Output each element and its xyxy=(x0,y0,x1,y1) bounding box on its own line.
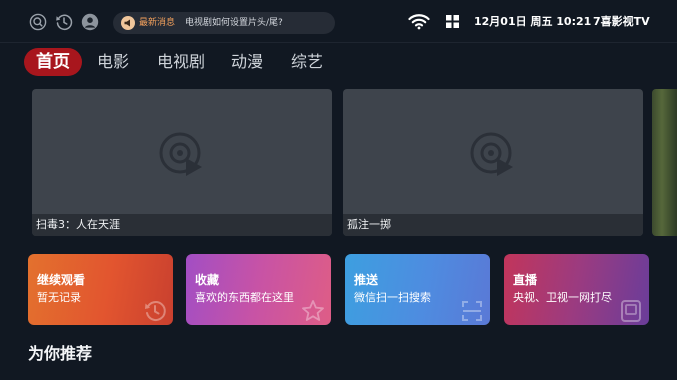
category-tabs: 首页 电影 电视剧 动漫 综艺 xyxy=(0,48,677,76)
live-tv-card[interactable]: 直播 央视、卫视一网打尽 xyxy=(504,254,649,325)
push-card[interactable]: 推送 微信扫一扫搜索 xyxy=(345,254,490,325)
search-icon[interactable] xyxy=(29,13,47,31)
banner-caption: 扫毒3：人在天涯 xyxy=(32,214,332,236)
datetime: 12月01日 周五 10:21 xyxy=(474,15,592,28)
video-placeholder-icon xyxy=(470,132,513,176)
banner-card[interactable]: 扫毒3：人在天涯 xyxy=(32,89,332,236)
banner-title: 扫毒3：人在天涯 xyxy=(36,218,120,231)
star-icon xyxy=(302,300,324,321)
banner-title: 孤注一掷 xyxy=(347,218,391,231)
card-subtitle: 微信扫一扫搜索 xyxy=(354,291,431,304)
history-icon[interactable] xyxy=(55,13,73,31)
top-bar: 最新消息 电视剧如何设置片头/尾? 12月01日 周五 10:21 7喜影视TV xyxy=(0,0,677,44)
favorites-card[interactable]: 收藏 喜欢的东西都在这里 xyxy=(186,254,331,325)
megaphone-icon xyxy=(121,16,135,30)
tab-anime[interactable]: 动漫 xyxy=(231,48,263,76)
card-title: 收藏 xyxy=(195,273,220,287)
wifi-icon xyxy=(408,14,430,30)
banner-card[interactable]: 孤注一掷 xyxy=(343,89,643,236)
card-subtitle: 喜欢的东西都在这里 xyxy=(195,291,294,304)
card-title: 直播 xyxy=(513,273,538,287)
card-subtitle: 暂无记录 xyxy=(37,291,81,304)
notice-tag: 最新消息 xyxy=(139,18,176,28)
apps-grid-icon[interactable] xyxy=(446,15,459,28)
app-brand: 7喜影视TV xyxy=(593,15,650,28)
section-title: 为你推荐 xyxy=(28,344,93,363)
card-title: 继续观看 xyxy=(37,273,86,287)
user-icon[interactable] xyxy=(81,13,99,31)
continue-watching-card[interactable]: 继续观看 暂无记录 xyxy=(28,254,173,325)
tab-tv-series[interactable]: 电视剧 xyxy=(157,48,205,76)
card-subtitle: 央视、卫视一网打尽 xyxy=(513,291,612,304)
tab-variety[interactable]: 综艺 xyxy=(291,48,323,76)
history-icon xyxy=(145,301,166,322)
banner-card-peek[interactable] xyxy=(652,89,677,236)
banner-caption: 孤注一掷 xyxy=(343,214,643,236)
notice-bar[interactable]: 最新消息 电视剧如何设置片头/尾? xyxy=(113,12,335,34)
divider xyxy=(0,42,677,43)
tab-home[interactable]: 首页 xyxy=(24,48,82,76)
video-placeholder-icon xyxy=(159,132,202,176)
notice-message: 电视剧如何设置片头/尾? xyxy=(185,18,283,28)
tv-icon xyxy=(621,300,641,322)
scan-icon xyxy=(462,301,482,321)
card-title: 推送 xyxy=(354,273,379,287)
tab-movies[interactable]: 电影 xyxy=(97,48,129,76)
